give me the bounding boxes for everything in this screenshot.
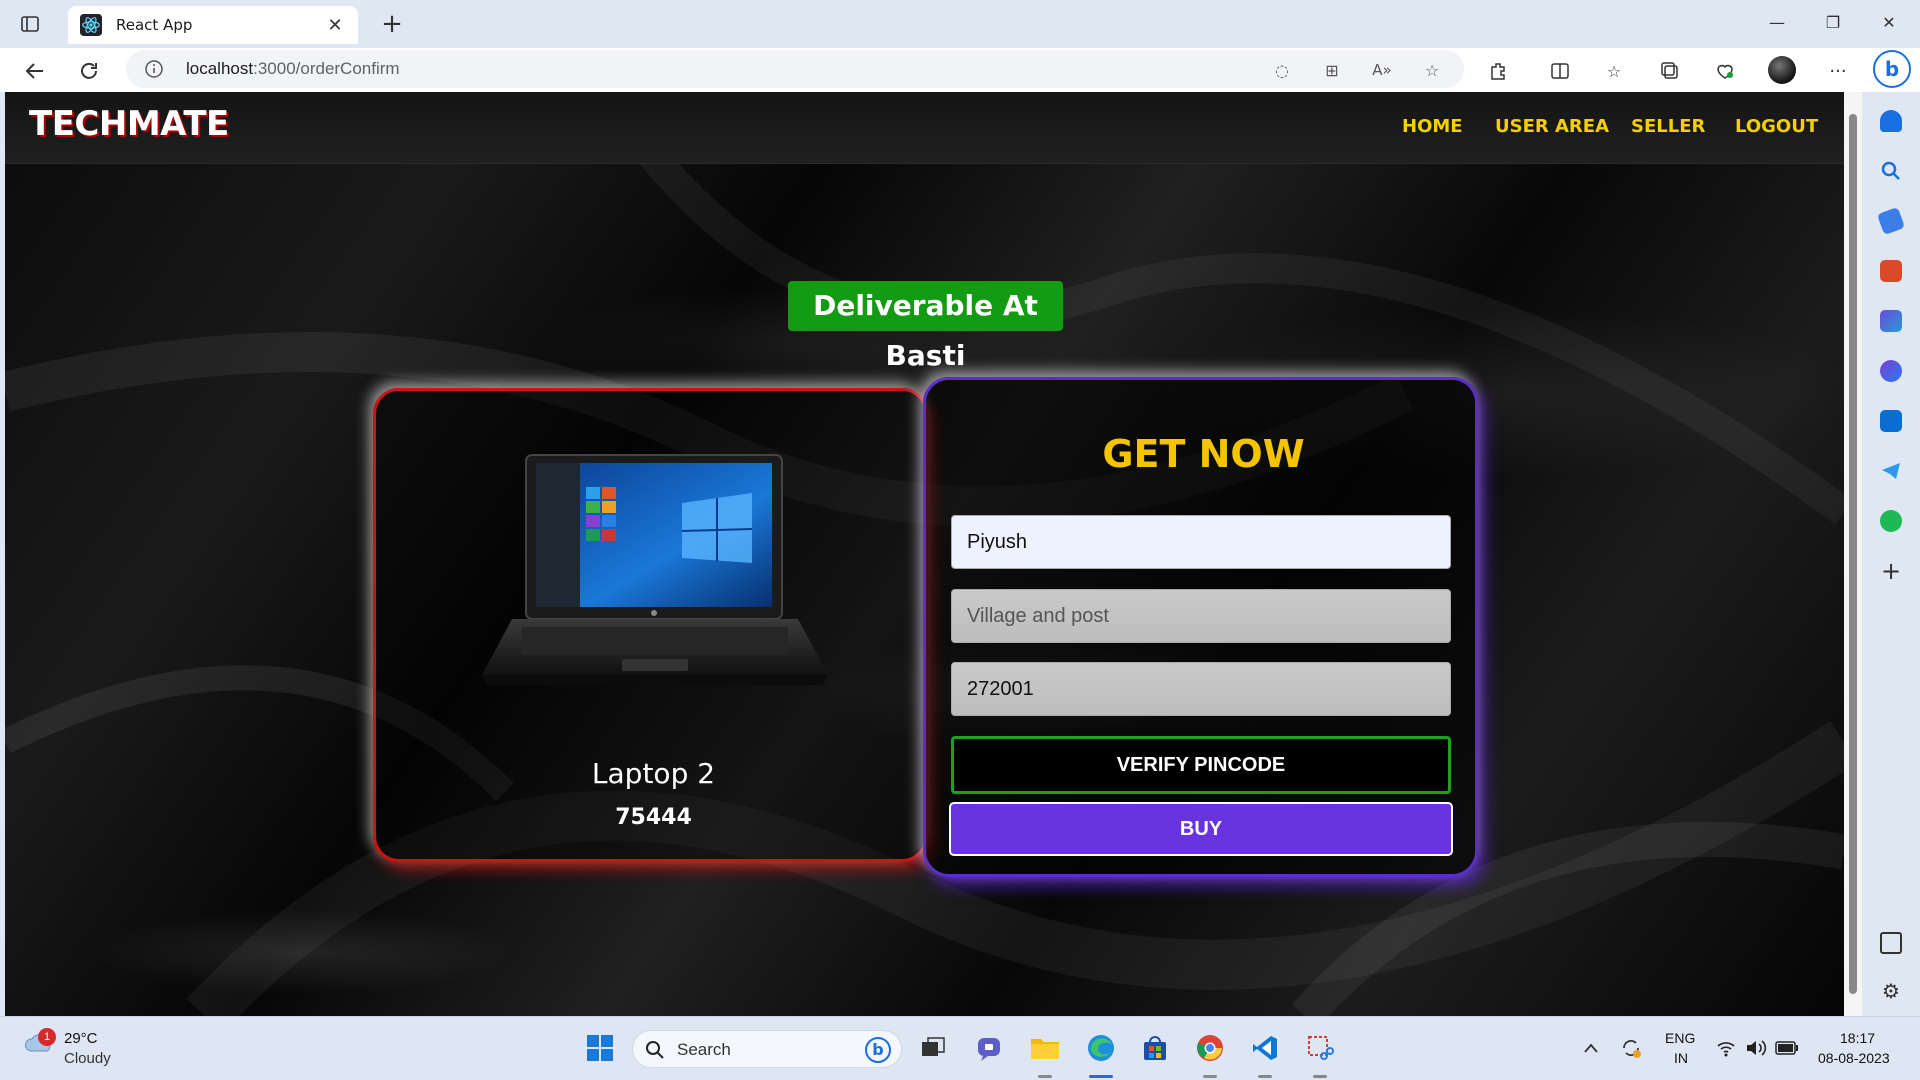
browser-essentials-icon[interactable] — [1713, 59, 1737, 83]
delivery-status-badge: Deliverable At Basti — [788, 281, 1063, 372]
add-sidebar-app-icon[interactable]: + — [1880, 559, 1902, 583]
tools-briefcase-icon[interactable] — [1880, 260, 1902, 282]
language-region[interactable]: IN — [1674, 1050, 1688, 1066]
clock-time[interactable]: 18:17 — [1840, 1030, 1875, 1046]
read-aloud-icon[interactable]: A» — [1371, 59, 1393, 81]
buy-button[interactable]: BUY — [949, 802, 1453, 856]
url-path: :3000/orderConfirm — [253, 59, 400, 78]
show-hidden-icons-chevron-icon[interactable] — [1576, 1031, 1606, 1065]
url-text: localhost:3000/orderConfirm — [186, 59, 400, 79]
nav-user-area-link[interactable]: USER AREA — [1495, 116, 1609, 137]
sidebar-settings-gear-icon[interactable]: ⚙ — [1880, 980, 1902, 1002]
profile-avatar[interactable] — [1768, 56, 1796, 84]
explorer-running-indicator — [1038, 1075, 1052, 1078]
product-price: 75444 — [615, 805, 692, 830]
nav-seller-link[interactable]: SELLER — [1631, 116, 1705, 137]
microsoft-365-icon[interactable] — [1880, 360, 1902, 382]
file-explorer-icon[interactable] — [1028, 1031, 1062, 1065]
url-host: localhost — [186, 59, 254, 78]
tab-actions-icon[interactable] — [18, 12, 42, 36]
back-icon[interactable] — [20, 56, 50, 86]
laptop-product-image — [482, 454, 828, 685]
search-icon[interactable] — [1880, 160, 1902, 182]
maximize-icon[interactable]: ❐ — [1810, 8, 1856, 38]
weather-description[interactable]: Cloudy — [64, 1050, 111, 1067]
split-screen-icon[interactable] — [1548, 59, 1572, 83]
spotify-icon[interactable] — [1880, 510, 1902, 532]
snipping-running-indicator — [1313, 1075, 1327, 1078]
order-form-card: GET NOW VERIFY PINCODE BUY — [923, 377, 1478, 877]
browser-tab-active[interactable]: React App ✕ — [68, 6, 358, 44]
more-menu-icon[interactable]: ··· — [1826, 59, 1850, 83]
address-bar[interactable]: localhost:3000/orderConfirm ◌ ⊞ A» ☆ — [126, 50, 1464, 88]
extensions-icon[interactable] — [1486, 59, 1510, 83]
taskbar-search-box[interactable]: Search b — [632, 1030, 902, 1068]
verify-pincode-button[interactable]: VERIFY PINCODE — [951, 736, 1451, 794]
name-input[interactable] — [951, 515, 1451, 569]
order-form-heading: GET NOW — [1102, 432, 1305, 476]
collections-icon[interactable] — [1658, 59, 1682, 83]
weather-notification-badge: 1 — [38, 1028, 56, 1046]
site-brand-logo[interactable]: TECHMATE — [29, 104, 229, 144]
vscode-icon[interactable] — [1248, 1031, 1282, 1065]
taskbar-search-label: Search — [677, 1040, 731, 1059]
address-input[interactable] — [951, 589, 1451, 643]
games-icon[interactable] — [1880, 310, 1902, 332]
chrome-browser-icon[interactable] — [1193, 1031, 1227, 1065]
clock-date[interactable]: 08-08-2023 — [1818, 1050, 1890, 1066]
edge-active-indicator — [1089, 1075, 1113, 1078]
hide-sidebar-icon[interactable] — [1880, 932, 1902, 954]
favorites-icon[interactable]: ☆ — [1602, 59, 1626, 83]
browser-tab-bar: React App ✕ + — ❐ ✕ — [0, 0, 1920, 48]
nav-logout-link[interactable]: LOGOUT — [1735, 116, 1818, 137]
snipping-tool-icon[interactable] — [1303, 1031, 1337, 1065]
bing-search-icon[interactable]: b — [865, 1037, 891, 1063]
tracking-prevention-icon[interactable]: ◌ — [1271, 59, 1293, 81]
teams-chat-icon[interactable] — [972, 1031, 1006, 1065]
page-viewport: TECHMATE HOME USER AREA SELLER LOGOUT De… — [5, 92, 1844, 1016]
task-view-icon[interactable] — [916, 1031, 950, 1065]
page-scrollbar[interactable] — [1844, 92, 1862, 1016]
site-navbar: TECHMATE HOME USER AREA SELLER LOGOUT — [5, 92, 1844, 164]
copilot-icon[interactable]: b — [1873, 50, 1911, 88]
telegram-icon[interactable] — [1880, 460, 1902, 482]
tab-close-icon[interactable]: ✕ — [324, 15, 346, 36]
react-favicon-icon — [80, 14, 102, 36]
notifications-bell-icon[interactable] — [1880, 110, 1902, 132]
outlook-icon[interactable] — [1880, 410, 1902, 432]
window-close-icon[interactable]: ✕ — [1866, 8, 1912, 38]
product-name: Laptop 2 — [591, 757, 716, 790]
tab-title: React App — [116, 16, 193, 34]
browser-toolbar: localhost:3000/orderConfirm ◌ ⊞ A» ☆ ☆ ·… — [0, 48, 1920, 92]
apps-icon[interactable]: ⊞ — [1321, 59, 1343, 81]
sync-status-icon[interactable] — [1616, 1031, 1646, 1065]
pincode-input[interactable] — [951, 662, 1451, 716]
language-code[interactable]: ENG — [1665, 1030, 1695, 1046]
product-card: Laptop 2 75444 — [373, 388, 928, 862]
chrome-running-indicator — [1203, 1075, 1217, 1078]
scrollbar-thumb[interactable] — [1849, 114, 1857, 994]
minimize-icon[interactable]: — — [1754, 8, 1800, 38]
vscode-running-indicator — [1258, 1075, 1272, 1078]
edge-sidebar: + ⚙ — [1862, 92, 1920, 1016]
edge-browser-icon[interactable] — [1084, 1031, 1118, 1065]
battery-icon[interactable] — [1772, 1031, 1802, 1065]
weather-temperature[interactable]: 29°C — [64, 1030, 98, 1047]
windows-taskbar: 1 29°C Cloudy Search b ENG IN 18:17 08-0… — [0, 1016, 1920, 1080]
taskbar-search-icon — [646, 1041, 664, 1059]
favorite-star-icon[interactable]: ☆ — [1421, 59, 1443, 81]
volume-icon[interactable] — [1742, 1031, 1770, 1065]
site-info-icon[interactable] — [144, 59, 164, 79]
shopping-tag-icon[interactable] — [1876, 206, 1906, 236]
nav-home-link[interactable]: HOME — [1402, 116, 1463, 137]
wifi-icon[interactable] — [1712, 1031, 1740, 1065]
refresh-icon[interactable] — [74, 56, 104, 86]
new-tab-icon[interactable]: + — [378, 10, 406, 38]
windows-start-icon[interactable] — [583, 1031, 617, 1065]
microsoft-store-icon[interactable] — [1138, 1031, 1172, 1065]
